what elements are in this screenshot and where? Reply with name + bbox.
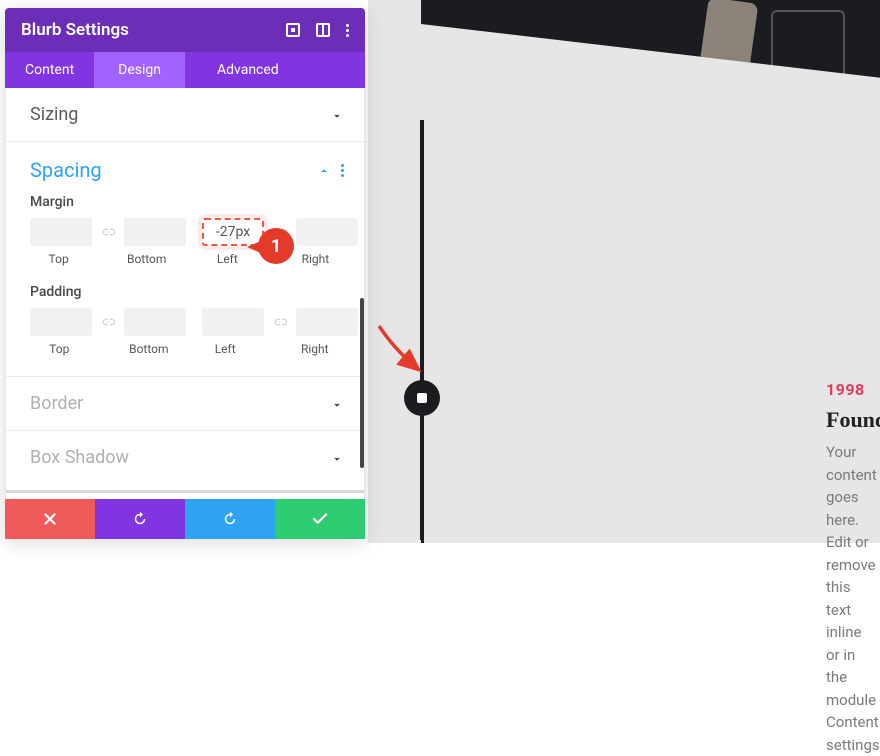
margin-label: Margin (30, 194, 344, 210)
section-label: Box Shadow (30, 447, 129, 468)
padding-left-input[interactable] (202, 308, 264, 336)
settings-panel: Blurb Settings Content Design Advanced S… (5, 8, 365, 538)
tabs: Content Design Advanced (5, 52, 365, 88)
section-label: Border (30, 393, 83, 414)
padding-top-input[interactable] (30, 308, 92, 336)
chevron-down-icon (330, 451, 344, 465)
chevron-down-icon (330, 108, 344, 122)
margin-left-input[interactable] (202, 218, 264, 246)
expand-icon[interactable] (286, 23, 300, 37)
panel-footer (5, 499, 365, 539)
tab-advanced[interactable]: Advanced (197, 52, 299, 88)
hero-silhouette (681, 0, 861, 120)
canvas-left-border (421, 120, 880, 543)
link-icon[interactable] (100, 314, 116, 330)
padding-label: Padding (30, 284, 344, 300)
more-icon[interactable] (341, 164, 344, 177)
timeline-node[interactable] (404, 380, 440, 416)
section-label: Spacing (30, 158, 102, 182)
discard-button[interactable] (5, 499, 95, 539)
link-icon[interactable] (272, 314, 288, 330)
margin-top-input[interactable] (30, 218, 92, 246)
blurb-body[interactable]: Your content goes here. Edit or remove t… (826, 441, 874, 756)
undo-button[interactable] (95, 499, 185, 539)
link-icon[interactable] (100, 224, 116, 240)
blurb-heading[interactable]: Founded (826, 407, 874, 433)
timeline-line (420, 120, 423, 540)
padding-bottom-input[interactable] (124, 308, 186, 336)
scrollbar-vertical[interactable] (360, 298, 364, 468)
section-box-shadow[interactable]: Box Shadow (6, 431, 364, 484)
margin-col-labels: Top Bottom Left Right (30, 252, 344, 266)
padding-right-input[interactable] (296, 308, 358, 336)
scrollbar-horizontal[interactable] (6, 490, 364, 493)
section-spacing[interactable]: Spacing (6, 142, 364, 190)
redo-button[interactable] (185, 499, 275, 539)
panel-body: Sizing Spacing Margin (5, 88, 365, 538)
chevron-down-icon (330, 397, 344, 411)
more-icon[interactable] (346, 24, 349, 37)
columns-icon[interactable] (316, 23, 330, 37)
section-border[interactable]: Border (6, 377, 364, 431)
blurb-module[interactable]: 1998 Founded Your content goes here. Edi… (826, 380, 874, 756)
section-sizing[interactable]: Sizing (6, 88, 364, 142)
spacing-body: Margin Top Bottom Left Right Padding (6, 194, 364, 377)
panel-header[interactable]: Blurb Settings (5, 8, 365, 52)
save-button[interactable] (275, 499, 365, 539)
blurb-year[interactable]: 1998 (826, 380, 874, 399)
padding-col-labels: Top Bottom Left Right (30, 342, 344, 356)
padding-row (30, 308, 344, 336)
margin-row (30, 218, 344, 246)
chevron-up-icon (317, 163, 331, 177)
builder-canvas: 1998 Founded Your content goes here. Edi… (368, 0, 880, 543)
panel-title: Blurb Settings (21, 20, 129, 40)
tab-content[interactable]: Content (5, 52, 94, 88)
timeline-node-icon (417, 393, 427, 403)
link-icon[interactable] (272, 224, 288, 240)
hero-dark-section (421, 0, 880, 120)
tab-design[interactable]: Design (94, 52, 185, 88)
margin-right-input[interactable] (296, 218, 358, 246)
section-label: Sizing (30, 104, 78, 125)
margin-bottom-input[interactable] (124, 218, 186, 246)
